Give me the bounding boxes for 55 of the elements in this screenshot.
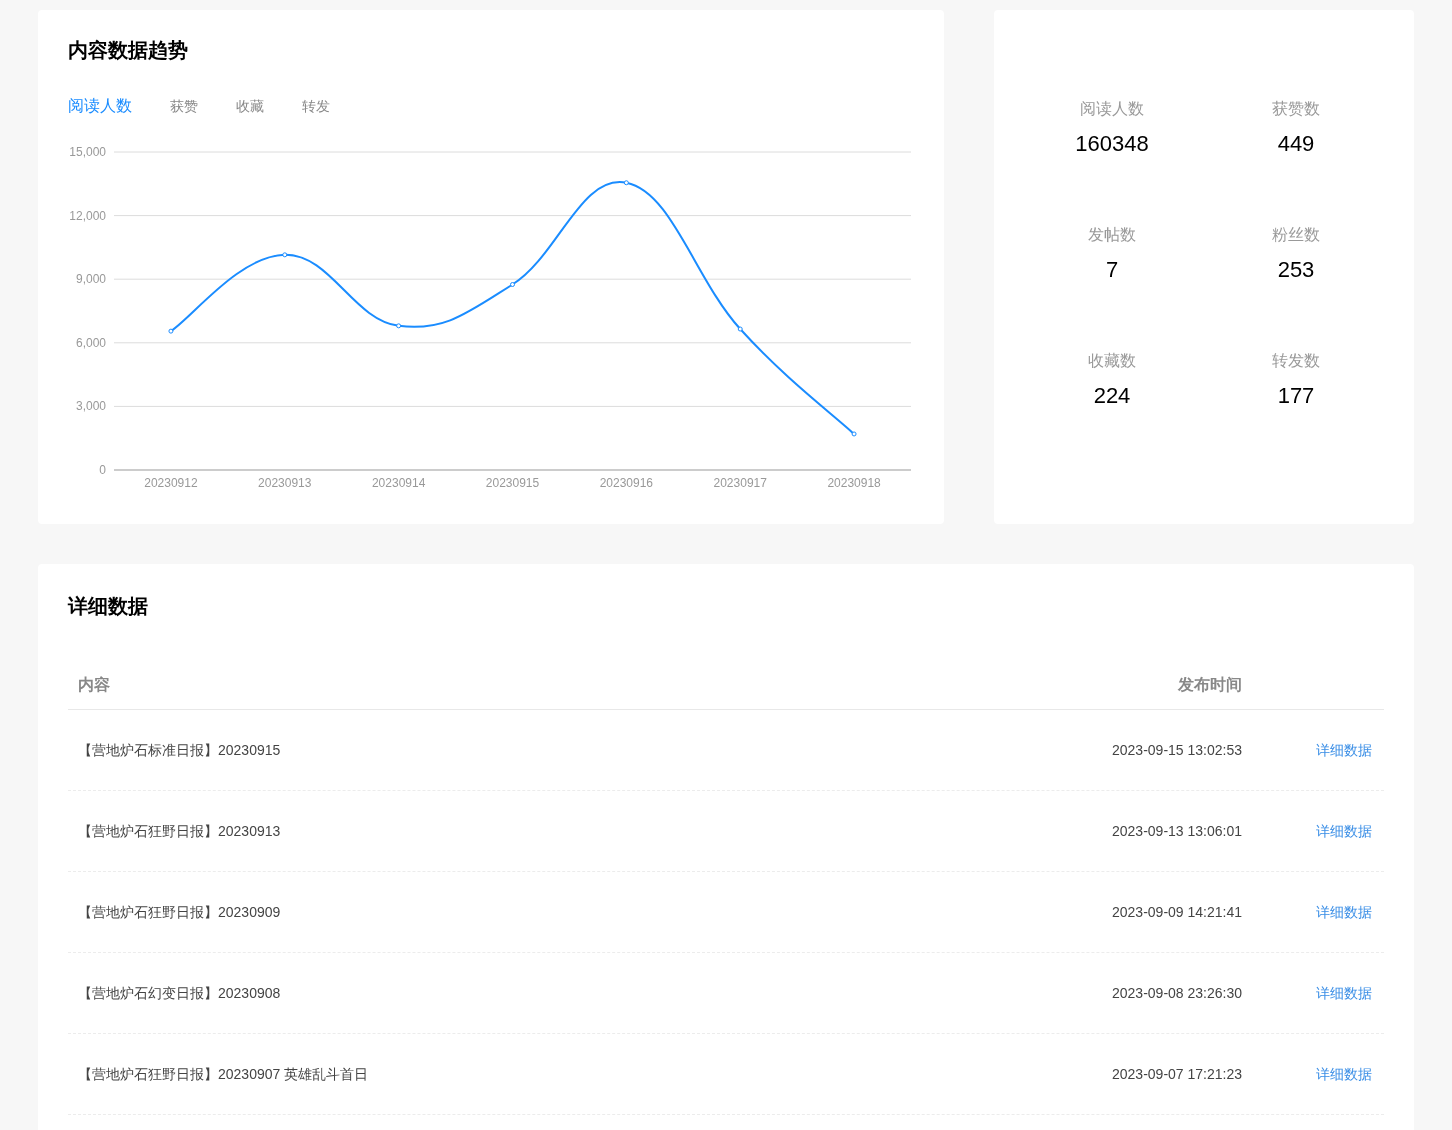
stat-label: 粉丝数 [1272,225,1320,245]
stat-value: 224 [1093,385,1131,407]
y-axis-label: 3,000 [75,399,106,414]
stat-label: 发帖数 [1088,225,1136,245]
table-cell-text: 【营地炉石狂野日报】20230913 [77,822,282,841]
y-axis-label: 6,000 [75,335,106,350]
table-cell-text: 【营地炉石标准日报】20230915 [77,741,282,760]
x-axis-label: 20230917 [713,476,767,490]
x-axis-label: 20230914 [371,476,426,490]
section-title: 详细数据 [68,594,149,619]
column-header: 内容 [77,674,111,695]
details-link[interactable]: 详细数据 [1316,983,1372,1003]
x-axis-label: 20230913 [258,476,312,490]
stat-label: 收藏数 [1088,351,1136,371]
stat-label: 阅读人数 [1080,99,1144,119]
data-point [282,252,288,258]
table-cell-text: 2023-09-13 13:06:01 [1111,822,1242,841]
details-link[interactable]: 详细数据 [1316,902,1372,922]
section-title: 内容数据趋势 [68,38,189,63]
table-cell-text: 【营地炉石狂野日报】20230907 英雄乱斗首日 [77,1065,370,1084]
x-axis-label: 20230915 [485,476,540,490]
x-axis-label: 20230916 [599,476,654,490]
metric-tab[interactable]: 收藏 [236,96,264,116]
stat-value: 7 [1105,259,1119,281]
x-axis-label: 20230912 [144,476,198,490]
stat-value: 449 [1277,133,1315,155]
data-point [623,180,629,186]
table-cell-text: 2023-09-15 13:02:53 [1111,741,1242,760]
metric-tab[interactable]: 转发 [302,96,330,116]
data-point [510,282,515,287]
table-cell-text: 【营地炉石狂野日报】20230909 [77,903,282,922]
table-cell-text: 【营地炉石幻变日报】20230908 [77,984,282,1003]
stat-label: 转发数 [1272,351,1320,371]
table-cell-text: 2023-09-07 17:21:23 [1111,1065,1242,1084]
data-point [737,326,743,332]
details-link[interactable]: 详细数据 [1316,821,1372,841]
details-link[interactable]: 详细数据 [1316,740,1372,760]
data-point [168,328,174,334]
y-axis-label: 15,000 [69,145,106,159]
data-point [851,431,857,437]
data-point [396,323,402,329]
table-cell-text: 2023-09-09 14:21:41 [1111,903,1242,922]
y-axis-label: 9,000 [75,272,106,287]
stat-label: 获赞数 [1272,99,1320,119]
metric-tab[interactable]: 阅读人数 [68,94,132,118]
metric-tab[interactable]: 获赞 [170,96,198,116]
y-axis-label: 12,000 [69,208,106,223]
column-header: 发布时间 [1177,674,1242,695]
stat-value: 160348 [1075,133,1149,155]
x-axis-label: 20230918 [827,476,881,490]
stat-value: 177 [1277,385,1315,407]
details-link[interactable]: 详细数据 [1316,1064,1372,1084]
table-cell-text: 2023-09-08 23:26:30 [1111,984,1242,1003]
stat-value: 253 [1277,259,1315,281]
y-axis-label: 0 [99,463,106,477]
